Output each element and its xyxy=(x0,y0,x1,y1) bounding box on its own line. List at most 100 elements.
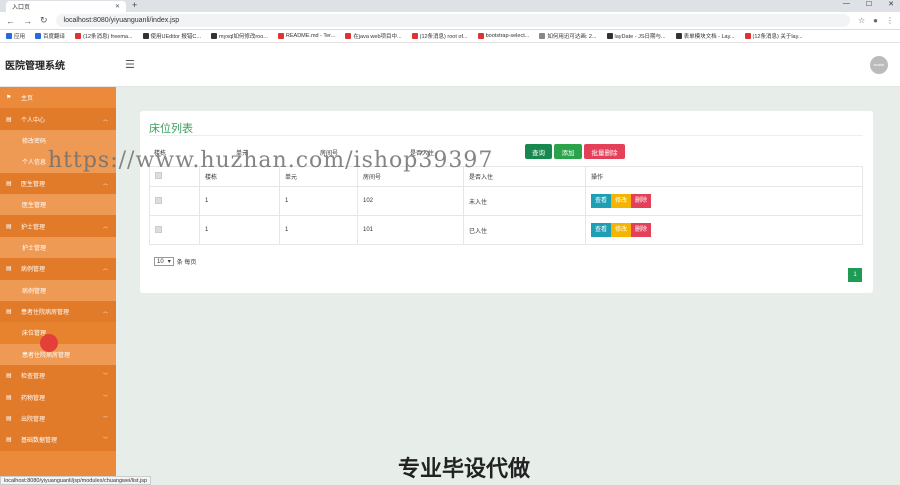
forward-icon[interactable]: → xyxy=(23,16,32,26)
menu-icon: ▤ xyxy=(6,416,12,423)
bookmark-item[interactable]: 应用 xyxy=(6,32,25,40)
bookmark-item[interactable]: (12条消息) freema... xyxy=(75,32,133,40)
actions-cell: 查看 修改 删除 xyxy=(585,215,863,245)
star-icon[interactable]: ☆ xyxy=(858,16,865,25)
add-button[interactable]: 添加 xyxy=(554,144,582,159)
sidebar-item-bed[interactable]: 床位管理 xyxy=(0,322,116,344)
browser-tab[interactable]: 入口页 ✕ xyxy=(6,1,126,12)
url-field[interactable]: localhost:8080/yiyuanguanli/index.jsp xyxy=(55,14,850,27)
sidebar-group-check[interactable]: ▤ 检查管理 ﹀ xyxy=(0,365,116,387)
edit-button[interactable]: 修改 xyxy=(611,223,632,237)
view-button[interactable]: 查看 xyxy=(591,223,612,237)
bookmark-item[interactable]: layDate - JS日期与... xyxy=(606,32,666,40)
browser-tab-bar: 入口页 ✕ + — ☐ ✕ xyxy=(0,0,900,12)
sidebar-group-personal[interactable]: ▤ 个人中心 ︿ xyxy=(0,108,116,130)
page-size-control: 10 ▾ 条 每页 xyxy=(154,257,196,266)
menu-icon: ▤ xyxy=(6,180,12,187)
sidebar-group-nurse[interactable]: ▤ 护士管理 ︿ xyxy=(0,215,116,237)
delete-button[interactable]: 删除 xyxy=(631,194,652,208)
window-close-icon[interactable]: ✕ xyxy=(888,0,894,8)
chevron-down-icon: ﹀ xyxy=(102,437,108,444)
table-row: 1 1 102 未入住 查看 修改 删除 xyxy=(149,186,863,216)
view-button[interactable]: 查看 xyxy=(591,194,612,208)
bed-list-card: 床位列表 楼栋 单元 房间号 是否入住 查询 添加 批量删除 楼栋 单元 房间号… xyxy=(140,111,873,293)
search-button[interactable]: 查询 xyxy=(525,144,552,159)
chevron-down-icon: ﹀ xyxy=(102,416,108,423)
sidebar-group-discharge[interactable]: ▤ 出院管理 ﹀ xyxy=(0,407,116,430)
bookmark-item[interactable]: bootstrap-select... xyxy=(477,33,529,39)
edit-button[interactable]: 修改 xyxy=(611,194,632,208)
sidebar-item-ward[interactable]: 患者住院病房管理 xyxy=(0,343,116,366)
sidebar-group-basic-data[interactable]: ▤ 基础数据管理 ﹀ xyxy=(0,429,116,451)
menu-icon: ▤ xyxy=(6,394,12,401)
bookmark-icon xyxy=(142,33,149,39)
avatar[interactable]: avatar xyxy=(870,55,888,74)
bookmark-icon xyxy=(606,33,613,39)
sidebar-item-case[interactable]: 病例管理 xyxy=(0,279,116,301)
tab-title: 入口页 xyxy=(12,5,31,11)
tab-close-icon[interactable]: ✕ xyxy=(115,3,120,10)
unit-cell: 1 xyxy=(279,186,358,216)
bookmark-item[interactable]: 百度翻译 xyxy=(35,32,65,40)
sidebar-item-home[interactable]: ⚑ 主页 xyxy=(0,87,116,108)
bookmark-icon xyxy=(411,33,418,39)
select-all-checkbox[interactable] xyxy=(155,172,162,179)
bookmark-item[interactable]: README.md - Ter... xyxy=(277,33,335,39)
page-size-select[interactable]: 10 ▾ xyxy=(154,257,174,266)
profile-icon[interactable]: ● xyxy=(873,16,878,25)
menu-icon: ▤ xyxy=(6,309,12,316)
row-checkbox[interactable] xyxy=(155,196,162,204)
bookmark-icon xyxy=(744,33,751,39)
building-cell: 1 xyxy=(199,186,280,216)
menu-icon: ▤ xyxy=(6,437,12,444)
table-row: 1 1 101 已入住 查看 修改 删除 xyxy=(149,215,863,245)
title-divider xyxy=(149,135,863,136)
url-text: localhost:8080/yiyuanguanli/index.jsp xyxy=(63,17,180,24)
system-title: 医院管理系统 xyxy=(5,61,65,72)
building-cell: 1 xyxy=(199,215,280,245)
sidebar-group-ward[interactable]: ▤ 患者住院病房管理 ︿ xyxy=(0,300,116,323)
sidebar-group-drug[interactable]: ▤ 药物管理 ﹀ xyxy=(0,386,116,408)
bookmark-item[interactable]: 在java web项目中... xyxy=(345,32,402,40)
sidebar-group-doctor[interactable]: ▤ 医生管理 ︿ xyxy=(0,172,116,194)
bookmark-item[interactable]: 表单模块文档 - Lay... xyxy=(675,32,735,40)
bookmark-icon xyxy=(539,33,546,39)
chevron-up-icon: ︿ xyxy=(102,223,108,230)
room-cell: 101 xyxy=(357,215,464,245)
browser-menu-icon[interactable]: ⋮ xyxy=(886,16,894,25)
chevron-down-icon: ﹀ xyxy=(102,394,108,401)
sidebar-group-case[interactable]: ▤ 病例管理 ︿ xyxy=(0,258,116,280)
row-checkbox[interactable] xyxy=(155,225,162,233)
bookmark-item[interactable]: 使用UEditor 报错C... xyxy=(142,32,201,40)
chevron-down-icon: ▾ xyxy=(167,259,171,265)
apps-icon xyxy=(6,33,12,39)
batch-delete-button[interactable]: 批量删除 xyxy=(584,144,625,159)
bookmark-icon xyxy=(345,33,352,39)
app-header: 医院管理系统 ☰ avatar xyxy=(0,43,900,87)
bookmark-item[interactable]: 如何用迅可达画: 2... xyxy=(539,32,597,40)
reload-icon[interactable]: ↻ xyxy=(40,15,48,26)
hamburger-menu-icon[interactable]: ☰ xyxy=(125,58,135,71)
flag-icon: ⚑ xyxy=(6,95,12,102)
back-icon[interactable]: ← xyxy=(6,16,15,26)
new-tab-icon[interactable]: + xyxy=(132,0,137,10)
maximize-icon[interactable]: ☐ xyxy=(866,0,872,8)
address-bar-row: ← → ↻ localhost:8080/yiyuanguanli/index.… xyxy=(0,12,900,30)
page-title: 床位列表 xyxy=(149,123,193,135)
menu-icon: ▤ xyxy=(6,266,12,273)
bookmark-item[interactable]: mysql如何修改roo... xyxy=(210,32,268,40)
bed-table: 楼栋 单元 房间号 是否入住 操作 1 1 102 未入住 查看 修改 删除 1 1… xyxy=(149,166,863,245)
column-header: 操作 xyxy=(585,166,863,187)
chevron-up-icon: ︿ xyxy=(102,266,108,273)
bookmark-item[interactable]: (12条消息) root of... xyxy=(411,32,468,40)
page-size-suffix: 条 每页 xyxy=(176,260,197,266)
sidebar-item-nurse[interactable]: 护士管理 xyxy=(0,236,116,259)
sidebar-item-doctor[interactable]: 医生管理 xyxy=(0,193,116,216)
bookmark-icon xyxy=(210,33,217,39)
minimize-icon[interactable]: — xyxy=(843,0,850,8)
pagination-page-button[interactable]: 1 xyxy=(848,268,862,282)
room-cell: 102 xyxy=(357,186,464,216)
bookmark-item[interactable]: (12条消息) 关于lay... xyxy=(744,32,803,40)
sidebar: ⚑ 主页 ▤ 个人中心 ︿ 修改密码 个人信息 ▤ 医生管理 ︿ 医生管理 ▤ 护士管理 ︿ … xyxy=(0,87,116,485)
delete-button[interactable]: 删除 xyxy=(631,223,652,237)
